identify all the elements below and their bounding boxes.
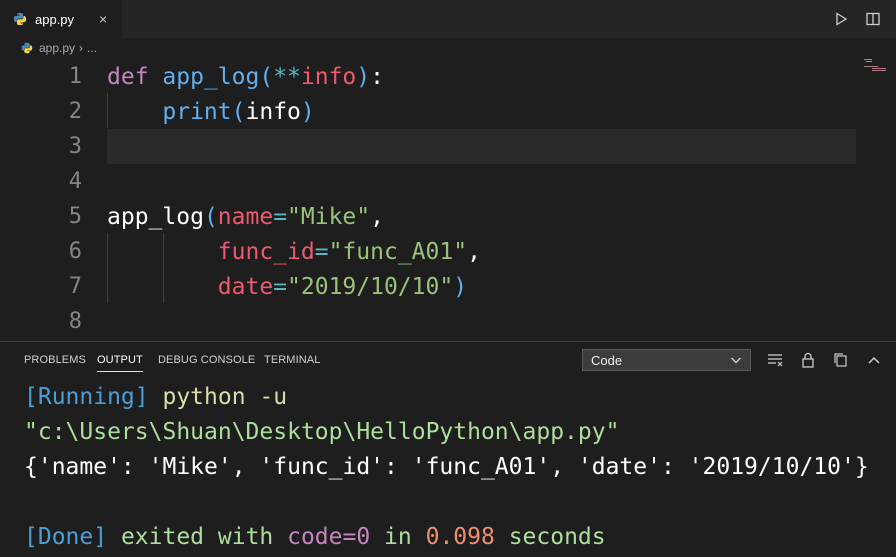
- keyword-arg: date: [217, 273, 274, 300]
- function-name: print: [162, 98, 232, 125]
- paren: (: [231, 98, 246, 125]
- function-call: app_log: [107, 203, 204, 230]
- python-file-icon: [21, 42, 33, 54]
- seconds-text: seconds: [494, 524, 606, 550]
- output-channel-select[interactable]: Code: [582, 349, 751, 371]
- exited-text: exited with: [107, 524, 288, 550]
- copy-icon[interactable]: [832, 351, 850, 369]
- operator: **: [273, 63, 301, 90]
- elapsed-time: 0.098: [425, 524, 495, 550]
- code-line-1: 1 def app_log(**info):: [0, 59, 860, 94]
- code-line-8: 8: [0, 304, 860, 339]
- exit-code: code=0: [287, 524, 371, 550]
- output-line-path: "c:\Users\Shuan\Desktop\HelloPython\app.…: [24, 419, 620, 445]
- running-tag: [Running]: [24, 384, 149, 410]
- tab-terminal[interactable]: TERMINAL: [264, 354, 320, 366]
- output-channel-value: Code: [591, 352, 623, 368]
- code-line-5: 5 app_log(name="Mike",: [0, 199, 860, 234]
- paren: (: [203, 203, 218, 230]
- bottom-panel: PROBLEMS OUTPUT DEBUG CONSOLE TERMINAL C…: [0, 341, 896, 557]
- chevron-up-icon[interactable]: [865, 351, 883, 369]
- tab-output[interactable]: OUTPUT: [97, 354, 143, 372]
- line-number: 4: [68, 169, 82, 194]
- done-tag: [Done]: [24, 524, 108, 550]
- line-number: 7: [68, 274, 82, 299]
- string: "2019/10/10": [287, 273, 454, 300]
- breadcrumb-more[interactable]: ...: [87, 41, 97, 55]
- line-number: 6: [68, 239, 82, 264]
- code-editor[interactable]: 1 def app_log(**info): 2 print(info) 3 4…: [0, 58, 896, 340]
- command: python -u: [148, 384, 288, 410]
- lock-icon[interactable]: [799, 351, 817, 369]
- paren: ): [356, 63, 371, 90]
- breadcrumb-separator: ›: [79, 41, 84, 55]
- close-icon[interactable]: ×: [99, 11, 107, 27]
- comma: ,: [467, 238, 481, 265]
- line-number: 8: [68, 309, 82, 334]
- python-file-icon: [13, 12, 27, 26]
- output-line-running: [Running] python -u: [24, 380, 869, 415]
- comma: ,: [370, 203, 384, 230]
- keyword: def: [107, 63, 163, 90]
- paren: ): [300, 98, 315, 125]
- output-line-result: {'name': 'Mike', 'func_id': 'func_A01', …: [24, 454, 869, 480]
- breadcrumb-file[interactable]: app.py: [39, 41, 75, 55]
- breadcrumb: app.py › ...: [0, 38, 896, 58]
- code-line-4: 4: [0, 164, 860, 199]
- keyword-arg: func_id: [217, 238, 315, 265]
- paren: ): [453, 273, 468, 300]
- panel-tabs: PROBLEMS OUTPUT DEBUG CONSOLE TERMINAL: [0, 342, 896, 378]
- output-line-blank: [24, 485, 869, 520]
- tab-label: app.py: [35, 11, 75, 27]
- run-icon[interactable]: [832, 10, 850, 28]
- tab-problems[interactable]: PROBLEMS: [24, 354, 86, 366]
- line-number: 5: [68, 204, 82, 229]
- line-number: 2: [68, 99, 82, 124]
- split-editor-icon[interactable]: [864, 10, 882, 28]
- line-number: 1: [68, 64, 82, 89]
- editor-actions: [832, 0, 896, 38]
- chevron-down-icon: [731, 357, 741, 364]
- output-line-done: [Done] exited with code=0 in 0.098 secon…: [24, 520, 869, 555]
- panel-actions: [766, 351, 896, 369]
- minimap[interactable]: [864, 58, 890, 78]
- colon: :: [370, 63, 384, 90]
- argument: info: [245, 98, 301, 125]
- code-line-3: 3: [0, 129, 860, 164]
- string: "Mike": [287, 203, 371, 230]
- line-number: 3: [68, 134, 82, 159]
- tab-app-py[interactable]: app.py ×: [0, 0, 122, 38]
- code-line-2: 2 print(info): [0, 94, 860, 129]
- output-text: [Running] python -u "c:\Users\Shuan\Deskt…: [24, 380, 869, 555]
- in-text: in: [370, 524, 426, 550]
- operator: =: [314, 238, 329, 265]
- operator: =: [273, 273, 288, 300]
- keyword-arg: name: [217, 203, 274, 230]
- paren: (: [259, 63, 274, 90]
- string: "func_A01": [328, 238, 468, 265]
- parameter: info: [300, 63, 357, 90]
- code-line-7: 7 date="2019/10/10"): [0, 269, 860, 304]
- code-line-6: 6 func_id="func_A01",: [0, 234, 860, 269]
- function-name: app_log: [162, 63, 260, 90]
- operator: =: [273, 203, 288, 230]
- clear-output-icon[interactable]: [766, 351, 784, 369]
- editor-tab-bar: app.py ×: [0, 0, 896, 38]
- tab-debug-console[interactable]: DEBUG CONSOLE: [158, 354, 255, 366]
